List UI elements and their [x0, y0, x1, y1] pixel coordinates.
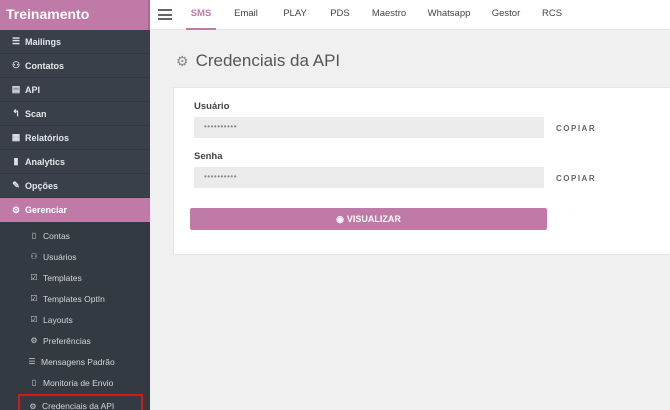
table-icon: ▦ [11, 132, 21, 142]
sidebar-subitem-monitoria-de-envio[interactable]: ▯ Monitoria de Envio [0, 372, 150, 393]
eye-icon: ◉ [336, 214, 344, 224]
sidebar-item-scan[interactable]: ↰ Scan [0, 102, 150, 126]
sidebar-subitem-mensagens-padrao[interactable]: ☰ Mensagens Padrão [0, 351, 150, 372]
sidebar-item-label: Analytics [25, 156, 66, 167]
top-nav: SMS Email PLAY PDS Maestro Whatsapp Gest… [150, 0, 670, 30]
sidebar-item-analytics[interactable]: ▮ Analytics [0, 150, 150, 174]
sidebar-subitem-credenciais-da-api[interactable]: ⚙ Credenciais da API [18, 394, 143, 410]
tab-maestro[interactable]: Maestro [369, 0, 409, 30]
gear-icon: ⚙ [176, 52, 189, 69]
list-icon: ☰ [11, 36, 21, 46]
sidebar-item-label: Contatos [25, 60, 64, 71]
sidebar-item-label: API [25, 84, 41, 95]
users-icon: ⚇ [11, 60, 21, 70]
sidebar-subitem-contas[interactable]: ▯ Contas [0, 225, 150, 246]
visualizar-button-label: VISUALIZAR [346, 214, 401, 224]
sidebar-subitem-label: Credenciais da API [42, 401, 115, 410]
tab-rcs[interactable]: RCS [539, 0, 565, 30]
sidebar-subitem-usuarios[interactable]: ⚇ Usuários [0, 246, 150, 267]
sidebar-item-label: Opções [25, 180, 59, 191]
users-icon: ⚇ [30, 252, 38, 261]
reply-icon: ↰ [12, 108, 20, 118]
sidebar-subitem-label: Preferências [43, 335, 91, 346]
tab-sms[interactable]: SMS [186, 0, 216, 30]
senha-label: Senha [194, 151, 223, 162]
document-icon: ▯ [31, 231, 37, 240]
code-icon: ▤ [11, 84, 21, 94]
app-root: Treinamento ☰ Mailings ⚇ Contatos ▤ API … [0, 0, 670, 410]
sidebar-item-api[interactable]: ▤ API [0, 78, 150, 102]
sidebar-item-label: Scan [25, 108, 47, 119]
tab-play[interactable]: PLAY [279, 0, 311, 30]
menu-icon[interactable] [158, 9, 172, 20]
sidebar-subitem-templates-optin[interactable]: ☑ Templates OptIn [0, 288, 150, 309]
sidebar-subitem-label: Layouts [43, 314, 73, 325]
sidebar-item-label: Mailings [25, 36, 62, 47]
sidebar-subitem-label: Usuários [43, 251, 77, 262]
edit-icon: ☑ [30, 273, 38, 282]
sidebar-item-contatos[interactable]: ⚇ Contatos [0, 54, 150, 78]
sidebar-subitem-label: Mensagens Padrão [41, 356, 115, 367]
sidebar-item-label: Gerenciar [25, 205, 68, 215]
sidebar-item-relatorios[interactable]: ▦ Relatórios [0, 126, 150, 150]
page-title: ⚙ Credenciais da API [176, 51, 340, 71]
tab-whatsapp[interactable]: Whatsapp [426, 0, 472, 30]
page-title-text: Credenciais da API [195, 51, 341, 70]
sidebar-item-opcoes[interactable]: ✎ Opções [0, 174, 150, 198]
main-content: ⚙ Credenciais da API Usuário •••••••••• … [150, 31, 670, 410]
sidebar-subitem-label: Monitoria de Envio [43, 377, 114, 388]
tab-email[interactable]: Email [231, 0, 261, 30]
usuario-label: Usuário [194, 101, 230, 112]
sidebar-subitem-preferencias[interactable]: ⚙ Preferências [0, 330, 150, 351]
gear-icon: ⚙ [30, 336, 38, 345]
tab-gestor[interactable]: Gestor [490, 0, 522, 30]
edit-icon: ☑ [30, 315, 38, 324]
copy-senha-button[interactable]: COPIAR [556, 174, 596, 183]
gear-icon: ⚙ [29, 401, 37, 410]
brand-title: Treinamento [0, 0, 150, 30]
document-icon: ▯ [31, 378, 37, 387]
wrench-icon: ✎ [12, 180, 20, 190]
senha-field[interactable]: •••••••••• [194, 167, 544, 188]
list-icon: ☰ [28, 357, 36, 366]
sidebar-subitem-templates[interactable]: ☑ Templates [0, 267, 150, 288]
sidebar: Treinamento ☰ Mailings ⚇ Contatos ▤ API … [0, 0, 150, 410]
edit-icon: ☑ [30, 294, 38, 303]
gear-icon: ⚙ [11, 204, 21, 215]
bar-chart-icon: ▮ [13, 156, 19, 166]
sidebar-submenu: ▯ Contas ⚇ Usuários ☑ Templates ☑ Templa… [0, 222, 150, 410]
sidebar-item-label: Relatórios [25, 132, 70, 143]
sidebar-subitem-label: Contas [43, 230, 70, 241]
sidebar-item-mailings[interactable]: ☰ Mailings [0, 30, 150, 54]
sidebar-item-gerenciar[interactable]: ⚙ Gerenciar [0, 198, 150, 222]
sidebar-subitem-layouts[interactable]: ☑ Layouts [0, 309, 150, 330]
tab-pds[interactable]: PDS [327, 0, 353, 30]
sidebar-subitem-label: Templates OptIn [43, 293, 105, 304]
sidebar-subitem-label: Templates [43, 272, 82, 283]
usuario-field[interactable]: •••••••••• [194, 117, 544, 138]
credentials-card: Usuário •••••••••• COPIAR Senha ••••••••… [173, 87, 670, 255]
copy-usuario-button[interactable]: COPIAR [556, 124, 596, 133]
visualizar-button[interactable]: ◉ VISUALIZAR [190, 208, 547, 230]
